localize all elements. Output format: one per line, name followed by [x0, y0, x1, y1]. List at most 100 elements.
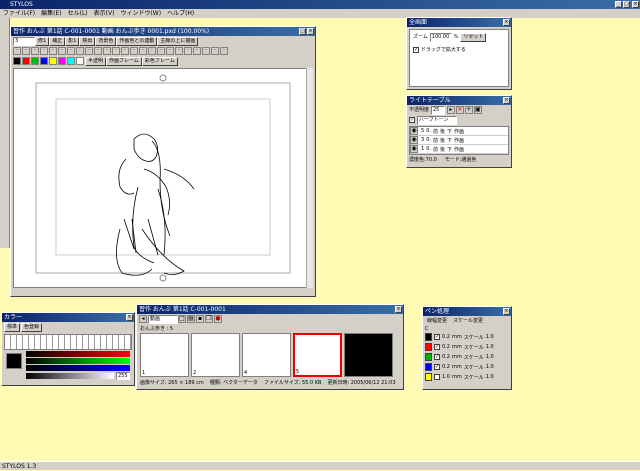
pen-checkbox[interactable]: ✓ [434, 334, 440, 340]
palette-swatch[interactable] [49, 57, 57, 65]
frame-thumbnail[interactable]: 4 [242, 333, 291, 377]
palette-swatch[interactable] [40, 57, 48, 65]
prev-icon[interactable]: ◂ [139, 315, 147, 323]
frame-thumbnail[interactable]: 1 [140, 333, 189, 377]
tool-icon[interactable]: · [49, 47, 57, 55]
frame-thumbnail[interactable]: 5 [293, 333, 342, 377]
save-icon[interactable]: ▪ [196, 315, 204, 323]
tab-color-register[interactable]: 色登録 [21, 323, 43, 332]
canvas-area[interactable] [13, 68, 307, 288]
mode-checkbox[interactable]: ✓ [409, 116, 415, 123]
maximize-button[interactable]: □ [623, 1, 630, 8]
tool-icon[interactable]: · [211, 47, 219, 55]
reset-button[interactable]: リセット [460, 33, 487, 42]
pen-row[interactable]: ✓ 0.2 mm スケール 1.0 [425, 332, 509, 342]
pen-row[interactable]: 1.0 mm スケール 1.0 [425, 372, 509, 382]
pen-row[interactable]: ✓ 0.2 mm スケール 1.0 [425, 362, 509, 372]
tool-icon[interactable]: · [76, 47, 84, 55]
menu-item-5[interactable]: ヘルプ(H) [167, 9, 194, 18]
delete-frame-icon[interactable]: ● [214, 315, 222, 323]
palette-swatch[interactable] [58, 57, 66, 65]
palette-swatch[interactable] [67, 57, 75, 65]
drag-zoom-checkbox[interactable]: ✓ [413, 46, 419, 53]
tool-icon[interactable]: · [130, 47, 138, 55]
delete-icon[interactable]: ✕ [455, 106, 464, 114]
light-table-row[interactable]: ◉ 3 0. 前後下作画 [410, 136, 508, 145]
menu-item-3[interactable]: 表示(V) [94, 9, 115, 18]
pen-checkbox[interactable]: ✓ [434, 354, 440, 360]
tool-icon[interactable]: · [184, 47, 192, 55]
tool-icon[interactable]: · [166, 47, 174, 55]
tool-icon[interactable]: · [103, 47, 111, 55]
tool-icon[interactable]: · [220, 47, 228, 55]
tool-icon[interactable]: · [40, 47, 48, 55]
menu-item-1[interactable]: 編集(E) [41, 9, 61, 18]
minimize-button[interactable]: _ [615, 1, 622, 8]
menu-item-0[interactable]: ファイル(F) [3, 9, 35, 18]
new-icon[interactable]: □ [178, 315, 186, 323]
tool-icon[interactable]: · [94, 47, 102, 55]
tool-icon[interactable]: · [193, 47, 201, 55]
tool-icon[interactable]: · [58, 47, 66, 55]
palette-swatch[interactable] [22, 57, 30, 65]
toolbar-button-5[interactable]: 作画色との連動 [116, 37, 158, 46]
pen-row[interactable]: ✓ 0.2 mm スケール 1.0 [425, 352, 509, 362]
opacity-input[interactable]: 25 [430, 106, 445, 115]
light-table-row[interactable]: ◉ 5 0. 前後下作画 [410, 127, 508, 136]
tool-icon[interactable]: · [31, 47, 39, 55]
tab-standard[interactable]: 標準 [4, 323, 21, 332]
blue-slider[interactable] [26, 365, 130, 371]
pen-checkbox[interactable]: ✓ [434, 344, 440, 350]
zoom-input[interactable]: 100.00 [429, 33, 452, 42]
mode-select[interactable]: ハーフトーン [416, 116, 457, 125]
eye-icon[interactable]: ◉ [410, 145, 418, 153]
timeline-close-button[interactable]: × [395, 306, 402, 313]
tab-scale-change[interactable]: スケール変更 [453, 317, 483, 324]
light-close-button[interactable]: × [503, 97, 510, 104]
pen-checkbox[interactable]: ✓ [434, 364, 440, 370]
add-icon[interactable]: + [464, 106, 473, 114]
vertical-scrollbar[interactable] [306, 68, 313, 288]
tool-icon[interactable]: · [22, 47, 30, 55]
toolbar-button-2[interactable]: 影1 [65, 37, 80, 46]
eye-icon[interactable]: ◉ [410, 136, 418, 144]
green-slider[interactable] [26, 358, 130, 364]
palette-swatch[interactable] [31, 57, 39, 65]
close-button[interactable]: × [632, 1, 639, 8]
menu-item-4[interactable]: ウィンドウ(W) [120, 9, 161, 18]
type-dropdown[interactable]: 動画 [148, 315, 178, 324]
color-grid[interactable] [4, 334, 132, 350]
frame-toggle-0[interactable]: 半透明 [85, 57, 107, 66]
toolbar-button-4[interactable]: 背景色 [95, 37, 117, 46]
frame-toggle-2[interactable]: 彩色フレーム [141, 57, 178, 66]
pen-checkbox[interactable] [434, 374, 440, 380]
palette-swatch[interactable] [76, 57, 84, 65]
tool-icon[interactable]: · [85, 47, 93, 55]
alpha-input[interactable]: 255 [116, 372, 130, 380]
tool-icon[interactable]: · [202, 47, 210, 55]
tool-icon[interactable]: · [121, 47, 129, 55]
frame-toggle-1[interactable]: 作画フレーム [106, 57, 142, 66]
open-icon[interactable]: ▤ [187, 315, 195, 323]
tool-icon[interactable]: · [13, 47, 21, 55]
alpha-slider[interactable] [26, 373, 114, 379]
tool-icon[interactable]: · [112, 47, 120, 55]
pen-row[interactable]: ✓ 0.2 mm スケール 1.0 [425, 342, 509, 352]
frame-thumbnail[interactable]: 2 [191, 333, 240, 377]
tool-icon[interactable]: · [148, 47, 156, 55]
tab-width-change[interactable]: 線幅変更 [427, 317, 447, 324]
color-close-button[interactable]: × [126, 314, 133, 321]
tool-icon[interactable]: · [67, 47, 75, 55]
menu-item-2[interactable]: セル(L) [68, 9, 88, 18]
eye-icon[interactable]: ◉ [410, 127, 418, 135]
toolbar-button-6[interactable]: 主線の上に描画 [157, 37, 199, 46]
toolbar-button-3[interactable]: 検出 [79, 37, 96, 46]
pen-close-button[interactable]: × [503, 308, 510, 315]
canvas-max-button[interactable]: □ [299, 28, 306, 35]
current-color-swatch[interactable] [6, 353, 22, 369]
toolbar-button-0[interactable]: 修1 [35, 37, 50, 46]
light-table-row[interactable]: ◉ 1 0. 前後下作画 [410, 145, 508, 154]
copy-icon[interactable]: ❐ [205, 315, 213, 323]
tool-icon[interactable]: · [157, 47, 165, 55]
toolbar-button-1[interactable]: 補正 [49, 37, 66, 46]
